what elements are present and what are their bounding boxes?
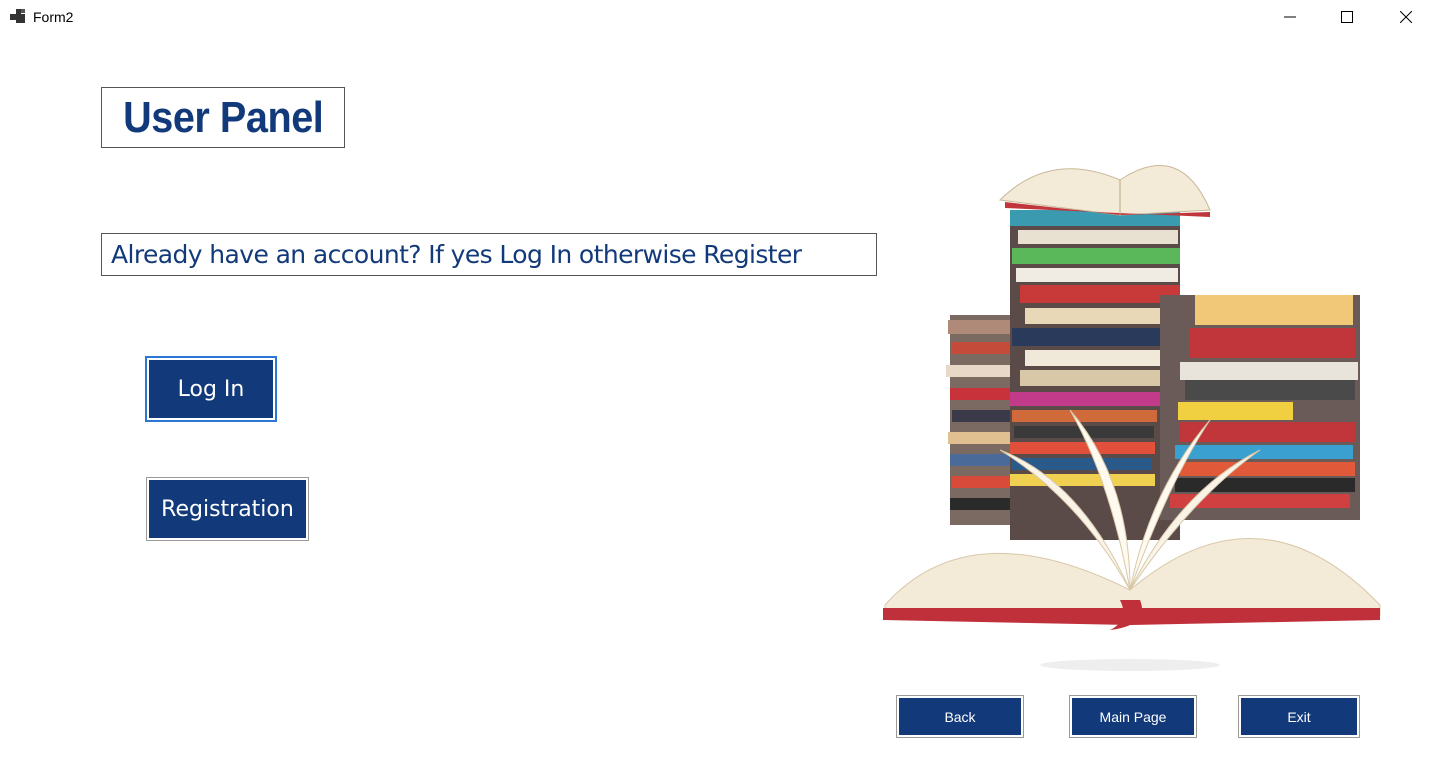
books-illustration bbox=[883, 165, 1381, 671]
account-prompt: Already have an account? If yes Log In o… bbox=[111, 240, 802, 269]
app-window: Form2 User Panel Already have an account… bbox=[0, 0, 1436, 781]
title-bar[interactable]: Form2 bbox=[0, 0, 1436, 34]
page-title-box: User Panel bbox=[101, 87, 345, 148]
main-page-button[interactable]: Main Page bbox=[1069, 695, 1197, 738]
window-title: Form2 bbox=[33, 9, 74, 25]
top-open-book bbox=[998, 165, 1211, 217]
maximize-icon bbox=[1341, 11, 1353, 23]
registration-button[interactable]: Registration bbox=[146, 477, 309, 541]
center-book-stack bbox=[1010, 210, 1182, 540]
login-button[interactable]: Log In bbox=[145, 356, 277, 422]
minimize-icon bbox=[1284, 16, 1296, 18]
exit-button[interactable]: Exit bbox=[1238, 695, 1360, 738]
close-icon bbox=[1400, 11, 1412, 23]
page-title: User Panel bbox=[122, 92, 324, 142]
right-book-stack bbox=[1160, 295, 1360, 520]
back-button[interactable]: Back bbox=[896, 695, 1024, 738]
maximize-button[interactable] bbox=[1318, 0, 1376, 34]
close-button[interactable] bbox=[1377, 0, 1435, 34]
minimize-button[interactable] bbox=[1261, 0, 1319, 34]
app-icon bbox=[10, 9, 25, 23]
account-prompt-box: Already have an account? If yes Log In o… bbox=[101, 233, 877, 276]
